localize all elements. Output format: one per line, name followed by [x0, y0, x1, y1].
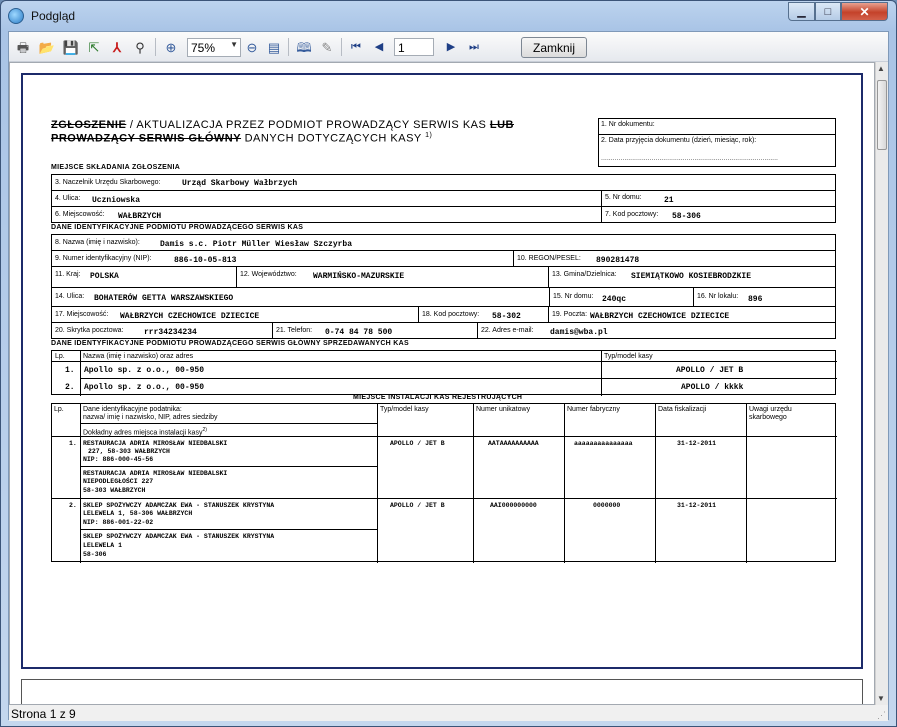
separator	[341, 38, 342, 56]
field-18: 18. Kod pocztowy: 58-302	[418, 306, 549, 323]
field-12: 12. Województwo: WARMIŃSKO-MAZURSKIE	[236, 266, 549, 288]
last-page-icon[interactable]: ⏭	[465, 38, 483, 56]
open-folder-icon[interactable]: 📂	[38, 38, 56, 56]
vertical-scrollbar[interactable]: ▲ ▼	[875, 62, 888, 705]
form-title-line2: PROWADZĄCY SERWIS GŁÓWNY DANYCH DOTYCZĄC…	[51, 132, 433, 145]
field-receipt-date: 2. Data przyjęcia dokumentu (dzień, mies…	[598, 134, 836, 167]
separator	[155, 38, 156, 56]
minimize-icon: ▁	[797, 6, 806, 18]
field-17: 17. Miejscowość: WAŁBRZYCH CZECHOWICE DZI…	[51, 306, 419, 323]
window-title: Podgląd	[31, 9, 76, 23]
resize-grip-icon[interactable]: ⋰	[877, 710, 886, 721]
form-title-line1: ZGŁOSZENIE / AKTUALIZACJA PRZEZ PODMIOT …	[51, 119, 514, 131]
section-main-service: DANE IDENTYFIKACYJNE PODMIOTU PROWADZĄCE…	[51, 340, 409, 347]
toolbar: 🖶 📂 💾 ⇱ ⅄ ⚲ ⊕ 75% ▼ ⊖ ▤ 🕮 ✎ ⏮ ◀ ▶ ⏭ Zamkn…	[9, 32, 888, 62]
pdf-icon[interactable]: ⅄	[108, 38, 126, 56]
close-icon: ✕	[859, 4, 870, 19]
maximize-button[interactable]: □	[815, 2, 841, 21]
table-row: 2.	[69, 502, 77, 509]
status-bar: Strona 1 z 9 ⋰	[9, 705, 888, 721]
chevron-down-icon: ▼	[230, 40, 238, 49]
preview-pane[interactable]: ZGŁOSZENIE / AKTUALIZACJA PRZEZ PODMIOT …	[9, 62, 875, 705]
client-area: 🖶 📂 💾 ⇱ ⅄ ⚲ ⊕ 75% ▼ ⊖ ▤ 🕮 ✎ ⏮ ◀ ▶ ⏭ Zamkn…	[8, 31, 889, 721]
next-document-page	[21, 679, 863, 704]
scroll-down-icon[interactable]: ▼	[877, 694, 885, 703]
field-15: 15. Nr domu: 240qc	[549, 287, 694, 307]
field-4: 4. Ulica: Uczniowska	[51, 190, 602, 207]
field-6: 6. Miejscowość: WAŁBRZYCH	[51, 206, 602, 223]
table-row: 1.	[69, 440, 77, 447]
find-icon[interactable]: ⚲	[131, 38, 149, 56]
table-row: 1.	[65, 366, 75, 375]
field-22: 22. Adres e-mail: damis@wba.pl	[477, 322, 836, 339]
field-16: 16. Nr lokalu: 896	[693, 287, 836, 307]
fit-page-icon[interactable]: ▤	[265, 38, 283, 56]
zoom-select[interactable]: 75% ▼	[187, 38, 241, 57]
field-11: 11. Kraj: POLSKA	[51, 266, 237, 288]
document-page: ZGŁOSZENIE / AKTUALIZACJA PRZEZ PODMIOT …	[21, 73, 863, 669]
installation-table: Lp. Dane identyfikacyjne podatnika: nazw…	[51, 403, 837, 563]
field-21: 21. Telefon: 0-74 84 78 500	[272, 322, 478, 339]
page-number-input[interactable]	[394, 38, 434, 56]
minimize-button[interactable]: ▁	[788, 2, 815, 21]
field-19: 19. Poczta: WAŁBRZYCH CZECHOWICE DZIECICE	[548, 306, 836, 323]
field-5: 5. Nr domu: 21	[601, 190, 836, 207]
section-place: MIEJSCE SKŁADANIA ZGŁOSZENIA	[51, 164, 181, 171]
export-icon[interactable]: ⇱	[85, 38, 103, 56]
print-icon[interactable]: 🖶	[14, 38, 32, 56]
section-installation: MIEJSCE INSTALACJI KAS REJESTRUJĄCYCH	[353, 394, 523, 401]
table-row: 2.	[65, 383, 75, 392]
section-service: DANE IDENTYFIKACYJNE PODMIOTU PROWADZĄCE…	[51, 224, 304, 231]
title-bar[interactable]: Podgląd ▁ □ ✕	[1, 1, 896, 31]
page-status: Strona 1 z 9	[11, 707, 76, 721]
zoom-out-icon[interactable]: ⊖	[243, 38, 261, 56]
field-9: 9. Numer identyfikacyjny (NIP): 886-10-05…	[51, 250, 514, 267]
field-8: 8. Nazwa (imię i nazwisko): Damis s.c. Pi…	[51, 234, 836, 251]
preview-window: Podgląd ▁ □ ✕ 🖶 📂 💾 ⇱ ⅄ ⚲ ⊕ 75% ▼ ⊖ ▤ 🕮 ✎…	[0, 0, 897, 727]
prev-page-icon[interactable]: ◀	[370, 38, 388, 56]
save-icon[interactable]: 💾	[62, 38, 80, 56]
scroll-up-icon[interactable]: ▲	[877, 64, 885, 73]
book-icon[interactable]: 🕮	[295, 38, 313, 56]
scroll-thumb[interactable]	[877, 80, 887, 150]
field-10: 10. REGON/PESEL: 890281478	[513, 250, 836, 267]
main-service-table: Lp. Nazwa (imię i nazwisko) oraz adres T…	[51, 350, 837, 396]
field-20: 20. Skrytka pocztowa: rrr34234234	[51, 322, 273, 339]
next-page-icon[interactable]: ▶	[442, 38, 460, 56]
field-doc-number: 1. Nr dokumentu:	[598, 118, 836, 135]
zoom-in-icon[interactable]: ⊕	[162, 38, 180, 56]
window-close-button[interactable]: ✕	[841, 2, 888, 21]
field-14: 14. Ulica: BOHATERÓW GETTA WARSZAWSKIEGO	[51, 287, 550, 307]
close-button[interactable]: Zamknij	[521, 37, 587, 58]
maximize-icon: □	[824, 5, 832, 18]
field-3: 3. Naczelnik Urzędu Skarbowego: Urząd Ska…	[51, 174, 836, 191]
form: ZGŁOSZENIE / AKTUALIZACJA PRZEZ PODMIOT …	[23, 75, 865, 671]
app-icon	[8, 8, 24, 24]
field-7: 7. Kod pocztowy: 58-306	[601, 206, 836, 223]
separator	[288, 38, 289, 56]
first-page-icon[interactable]: ⏮	[347, 38, 365, 56]
zoom-value: 75%	[191, 41, 216, 55]
edit-page-icon[interactable]: ✎	[318, 38, 336, 56]
field-13: 13. Gmina/Dzielnica: SIEMIĄTKOWO KOSIEBRO…	[548, 266, 836, 288]
